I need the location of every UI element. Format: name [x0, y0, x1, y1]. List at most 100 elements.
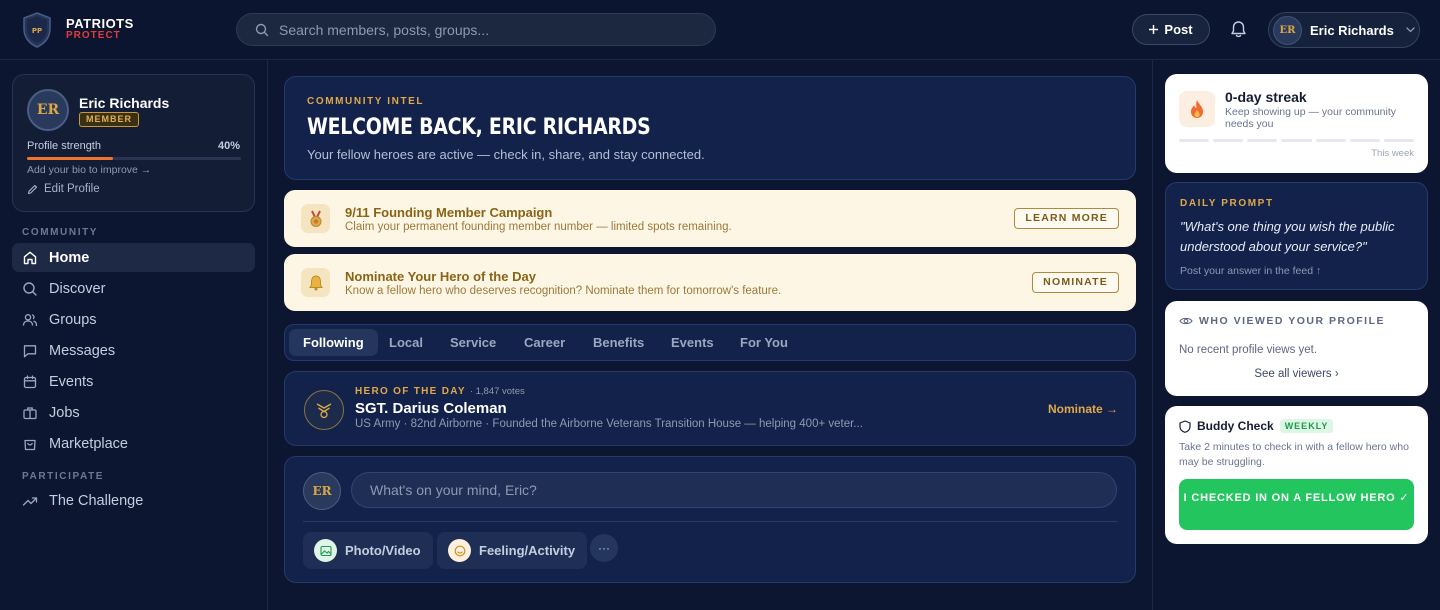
profile-viewers-empty: No recent profile views yet.	[1179, 344, 1318, 356]
nav-item-label: The Challenge	[49, 492, 144, 509]
search-bar[interactable]	[236, 13, 716, 46]
welcome-kicker: COMMUNITY INTEL	[307, 96, 425, 107]
more-options-button[interactable]: ···	[590, 534, 618, 562]
streak-card: 0-day streak Keep showing up — your comm…	[1165, 74, 1428, 173]
buddy-check-title: Buddy Check	[1197, 419, 1274, 433]
checked-in-button[interactable]: I CHECKED IN ON A FELLOW HERO ✓	[1179, 479, 1414, 530]
smile-icon	[448, 539, 471, 562]
shield-logo-icon: PP	[23, 12, 51, 48]
medal-icon	[301, 204, 330, 233]
nav-item-home[interactable]: Home	[12, 243, 255, 272]
see-all-viewers-link[interactable]: See all viewers ›	[1165, 368, 1428, 380]
feeling-activity-label: Feeling/Activity	[479, 543, 576, 558]
tab-career[interactable]: Career	[510, 329, 579, 356]
nav-item-label: Jobs	[49, 404, 80, 421]
profile-viewers-header: WHO VIEWED YOUR PROFILE	[1179, 315, 1385, 327]
trending-up-icon	[22, 496, 38, 506]
banner-title: Nominate Your Hero of the Day	[345, 269, 536, 284]
nav-item-label: Events	[49, 373, 94, 390]
post-input[interactable]	[351, 472, 1117, 508]
nav-item-label: Groups	[49, 311, 97, 328]
user-name: Eric Richards	[1310, 22, 1394, 38]
pencil-icon	[27, 184, 38, 194]
profile-strength-bar	[27, 157, 241, 160]
profile-name[interactable]: Eric Richards	[79, 95, 169, 111]
nav-item-groups[interactable]: Groups	[12, 305, 255, 334]
streak-day-segment	[1383, 139, 1414, 142]
nav-item-messages[interactable]: Messages	[12, 336, 255, 365]
avatar[interactable]: ER	[27, 89, 69, 131]
daily-prompt-hint: Post your answer in the feed ↑	[1180, 265, 1322, 277]
divider	[303, 521, 1117, 522]
hero-kicker: HERO OF THE DAY · 1,847 votes	[355, 386, 525, 397]
new-post-button[interactable]: Post	[1132, 14, 1210, 45]
daily-prompt-question: "What's one thing you wish the public un…	[1180, 219, 1395, 254]
edit-profile-label: Edit Profile	[44, 183, 100, 195]
banner-title: 9/11 Founding Member Campaign	[345, 205, 553, 220]
hero-vote-count: · 1,847 votes	[469, 386, 525, 397]
tab-service[interactable]: Service	[436, 329, 510, 356]
feeling-activity-button[interactable]: Feeling/Activity	[437, 532, 588, 569]
banner-subtitle: Claim your permanent founding member num…	[345, 221, 732, 233]
profile-strength-hint[interactable]: Add your bio to improve →	[27, 164, 151, 176]
nav-item-the-challenge[interactable]: The Challenge	[12, 486, 255, 515]
hero-kicker-label: HERO OF THE DAY	[355, 386, 466, 397]
photo-video-label: Photo/Video	[345, 543, 421, 558]
daily-prompt-card[interactable]: DAILY PROMPT "What's one thing you wish …	[1165, 182, 1428, 290]
learn-more-button[interactable]: LEARN MORE	[1014, 208, 1119, 229]
streak-title: 0-day streak	[1225, 89, 1307, 105]
streak-day-segment	[1179, 139, 1210, 142]
tab-local[interactable]: Local	[375, 329, 437, 356]
hero-nominate-link[interactable]: Nominate →	[1048, 402, 1118, 416]
notifications-bell-icon[interactable]	[1229, 20, 1248, 39]
profile-strength-fill	[27, 157, 113, 160]
home-icon	[23, 251, 37, 264]
nominate-hero-banner: Nominate Your Hero of the Day Know a fel…	[284, 254, 1136, 311]
nav-item-events[interactable]: Events	[12, 367, 255, 396]
streak-day-segment	[1349, 139, 1380, 142]
tab-following[interactable]: Following	[289, 329, 378, 356]
tab-events[interactable]: Events	[657, 329, 728, 356]
streak-day-segment	[1213, 139, 1244, 142]
founding-campaign-banner: 9/11 Founding Member Campaign Claim your…	[284, 190, 1136, 247]
brand-logo[interactable]: PP PATRIOTS PROTECT	[22, 12, 134, 48]
hero-description: US Army · 82nd Airborne · Founded the Ai…	[355, 418, 863, 430]
nominate-button[interactable]: NOMINATE	[1032, 272, 1119, 293]
calendar-icon	[23, 374, 37, 388]
message-icon	[23, 344, 37, 357]
tab-benefits[interactable]: Benefits	[579, 329, 658, 356]
tab-for-you[interactable]: For You	[726, 329, 802, 356]
user-menu[interactable]: ER Eric Richards	[1268, 12, 1420, 48]
profile-viewers-title: WHO VIEWED YOUR PROFILE	[1199, 315, 1385, 327]
shopping-bag-icon	[24, 439, 36, 450]
hero-of-the-day-card[interactable]: HERO OF THE DAY · 1,847 votes SGT. Darius…	[284, 371, 1136, 446]
logo-wordmark-bottom: PROTECT	[66, 30, 121, 41]
nav-item-label: Home	[49, 249, 90, 266]
banner-subtitle: Know a fellow hero who deserves recognit…	[345, 285, 782, 297]
welcome-card: COMMUNITY INTEL WELCOME BACK, ERIC RICHA…	[284, 76, 1136, 180]
profile-card: ER Eric Richards MEMBER Profile strength…	[12, 74, 255, 212]
nav-section-community: COMMUNITY	[22, 227, 99, 238]
page-title: WELCOME BACK, ERIC RICHARDS	[307, 115, 651, 140]
buddy-check-description: Take 2 minutes to check in with a fellow…	[1179, 441, 1409, 468]
search-icon	[23, 281, 37, 296]
streak-day-segment	[1281, 139, 1312, 142]
shield-icon	[1179, 419, 1191, 433]
member-badge: MEMBER	[79, 112, 139, 127]
logo-wordmark-top: PATRIOTS	[66, 16, 134, 31]
edit-profile-link[interactable]: Edit Profile	[27, 183, 100, 195]
streak-week-label: This week	[1371, 148, 1414, 159]
nav-item-marketplace[interactable]: Marketplace	[12, 429, 255, 458]
profile-strength-percent: 40%	[217, 140, 240, 152]
daily-prompt-kicker: DAILY PROMPT	[1180, 198, 1274, 209]
logo-initials: PP	[32, 27, 42, 35]
photo-video-button[interactable]: Photo/Video	[303, 532, 433, 569]
nav-item-discover[interactable]: Discover	[12, 274, 255, 303]
image-icon	[314, 539, 337, 562]
search-input[interactable]	[279, 21, 679, 38]
nav-item-jobs[interactable]: Jobs	[12, 398, 255, 427]
buddy-check-card: Buddy Check WEEKLY Take 2 minutes to che…	[1165, 406, 1428, 544]
eye-icon	[1179, 317, 1193, 325]
buddy-check-header: Buddy Check WEEKLY	[1179, 419, 1334, 433]
hero-name[interactable]: SGT. Darius Coleman	[355, 400, 507, 417]
